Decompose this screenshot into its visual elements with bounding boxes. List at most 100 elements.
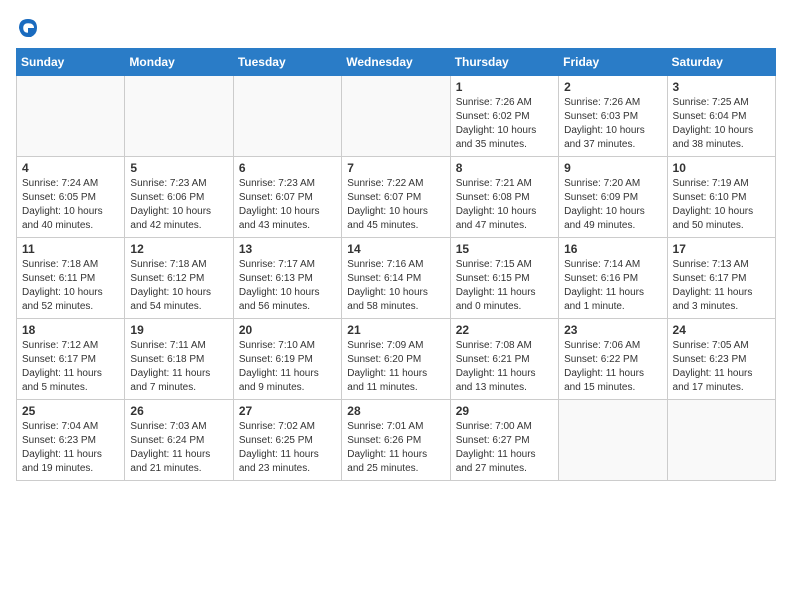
cell-content: Sunrise: 7:02 AM Sunset: 6:25 PM Dayligh…	[239, 420, 336, 476]
calendar-cell: 29 Sunrise: 7:00 AM Sunset: 6:27 PM Dayli…	[450, 400, 558, 481]
calendar-cell: 13 Sunrise: 7:17 AM Sunset: 6:13 PM Dayli…	[233, 238, 341, 319]
day-number: 4	[22, 161, 119, 175]
cell-content: Sunrise: 7:13 AM Sunset: 6:17 PM Dayligh…	[673, 258, 770, 314]
calendar-cell: 28 Sunrise: 7:01 AM Sunset: 6:26 PM Dayli…	[342, 400, 450, 481]
calendar-cell: 10Sunrise: 7:19 AM Sunset: 6:10 PM Dayli…	[667, 157, 775, 238]
calendar-cell	[667, 400, 775, 481]
day-number: 14	[347, 242, 444, 256]
header-friday: Friday	[559, 49, 667, 76]
day-number: 19	[130, 323, 227, 337]
day-number: 20	[239, 323, 336, 337]
calendar-week-2: 4 Sunrise: 7:24 AM Sunset: 6:05 PM Daylig…	[17, 157, 776, 238]
header-wednesday: Wednesday	[342, 49, 450, 76]
calendar-cell: 19 Sunrise: 7:11 AM Sunset: 6:18 PM Dayli…	[125, 319, 233, 400]
calendar-week-5: 25 Sunrise: 7:04 AM Sunset: 6:23 PM Dayli…	[17, 400, 776, 481]
calendar-cell	[233, 76, 341, 157]
cell-content: Sunrise: 7:26 AM Sunset: 6:03 PM Dayligh…	[564, 96, 661, 152]
cell-content: Sunrise: 7:01 AM Sunset: 6:26 PM Dayligh…	[347, 420, 444, 476]
cell-content: Sunrise: 7:12 AM Sunset: 6:17 PM Dayligh…	[22, 339, 119, 395]
cell-content: Sunrise: 7:16 AM Sunset: 6:14 PM Dayligh…	[347, 258, 444, 314]
day-number: 24	[673, 323, 770, 337]
cell-content: Sunrise: 7:17 AM Sunset: 6:13 PM Dayligh…	[239, 258, 336, 314]
calendar-week-4: 18 Sunrise: 7:12 AM Sunset: 6:17 PM Dayli…	[17, 319, 776, 400]
calendar-cell: 7 Sunrise: 7:22 AM Sunset: 6:07 PM Daylig…	[342, 157, 450, 238]
cell-content: Sunrise: 7:24 AM Sunset: 6:05 PM Dayligh…	[22, 177, 119, 233]
day-number: 6	[239, 161, 336, 175]
calendar-cell: 4 Sunrise: 7:24 AM Sunset: 6:05 PM Daylig…	[17, 157, 125, 238]
cell-content: Sunrise: 7:14 AM Sunset: 6:16 PM Dayligh…	[564, 258, 661, 314]
calendar-cell	[342, 76, 450, 157]
header-tuesday: Tuesday	[233, 49, 341, 76]
day-number: 21	[347, 323, 444, 337]
day-number: 18	[22, 323, 119, 337]
calendar-cell: 21 Sunrise: 7:09 AM Sunset: 6:20 PM Dayli…	[342, 319, 450, 400]
calendar-cell: 2 Sunrise: 7:26 AM Sunset: 6:03 PM Daylig…	[559, 76, 667, 157]
calendar-cell: 1 Sunrise: 7:26 AM Sunset: 6:02 PM Daylig…	[450, 76, 558, 157]
day-number: 17	[673, 242, 770, 256]
day-number: 15	[456, 242, 553, 256]
cell-content: Sunrise: 7:11 AM Sunset: 6:18 PM Dayligh…	[130, 339, 227, 395]
calendar-cell: 23 Sunrise: 7:06 AM Sunset: 6:22 PM Dayli…	[559, 319, 667, 400]
cell-content: Sunrise: 7:06 AM Sunset: 6:22 PM Dayligh…	[564, 339, 661, 395]
day-number: 8	[456, 161, 553, 175]
calendar-cell: 22 Sunrise: 7:08 AM Sunset: 6:21 PM Dayli…	[450, 319, 558, 400]
cell-content: Sunrise: 7:08 AM Sunset: 6:21 PM Dayligh…	[456, 339, 553, 395]
day-number: 7	[347, 161, 444, 175]
day-number: 12	[130, 242, 227, 256]
calendar-cell: 25 Sunrise: 7:04 AM Sunset: 6:23 PM Dayli…	[17, 400, 125, 481]
calendar-cell: 20 Sunrise: 7:10 AM Sunset: 6:19 PM Dayli…	[233, 319, 341, 400]
cell-content: Sunrise: 7:18 AM Sunset: 6:11 PM Dayligh…	[22, 258, 119, 314]
day-number: 25	[22, 404, 119, 418]
cell-content: Sunrise: 7:22 AM Sunset: 6:07 PM Dayligh…	[347, 177, 444, 233]
cell-content: Sunrise: 7:15 AM Sunset: 6:15 PM Dayligh…	[456, 258, 553, 314]
cell-content: Sunrise: 7:25 AM Sunset: 6:04 PM Dayligh…	[673, 96, 770, 152]
day-number: 11	[22, 242, 119, 256]
calendar-cell: 24 Sunrise: 7:05 AM Sunset: 6:23 PM Dayli…	[667, 319, 775, 400]
calendar-cell: 26 Sunrise: 7:03 AM Sunset: 6:24 PM Dayli…	[125, 400, 233, 481]
day-number: 28	[347, 404, 444, 418]
header-monday: Monday	[125, 49, 233, 76]
cell-content: Sunrise: 7:20 AM Sunset: 6:09 PM Dayligh…	[564, 177, 661, 233]
header-saturday: Saturday	[667, 49, 775, 76]
logo-icon	[16, 16, 40, 40]
day-number: 29	[456, 404, 553, 418]
day-number: 16	[564, 242, 661, 256]
calendar-week-1: 1 Sunrise: 7:26 AM Sunset: 6:02 PM Daylig…	[17, 76, 776, 157]
calendar-cell: 18 Sunrise: 7:12 AM Sunset: 6:17 PM Dayli…	[17, 319, 125, 400]
cell-content: Sunrise: 7:04 AM Sunset: 6:23 PM Dayligh…	[22, 420, 119, 476]
header-thursday: Thursday	[450, 49, 558, 76]
day-number: 13	[239, 242, 336, 256]
cell-content: Sunrise: 7:05 AM Sunset: 6:23 PM Dayligh…	[673, 339, 770, 395]
cell-content: Sunrise: 7:26 AM Sunset: 6:02 PM Dayligh…	[456, 96, 553, 152]
calendar-cell	[17, 76, 125, 157]
cell-content: Sunrise: 7:03 AM Sunset: 6:24 PM Dayligh…	[130, 420, 227, 476]
calendar-cell: 12 Sunrise: 7:18 AM Sunset: 6:12 PM Dayli…	[125, 238, 233, 319]
day-number: 3	[673, 80, 770, 94]
cell-content: Sunrise: 7:10 AM Sunset: 6:19 PM Dayligh…	[239, 339, 336, 395]
calendar-cell: 16 Sunrise: 7:14 AM Sunset: 6:16 PM Dayli…	[559, 238, 667, 319]
cell-content: Sunrise: 7:19 AM Sunset: 6:10 PM Dayligh…	[673, 177, 770, 233]
logo	[16, 16, 44, 40]
calendar-cell: 9Sunrise: 7:20 AM Sunset: 6:09 PM Daylig…	[559, 157, 667, 238]
calendar-cell	[125, 76, 233, 157]
cell-content: Sunrise: 7:23 AM Sunset: 6:06 PM Dayligh…	[130, 177, 227, 233]
day-number: 1	[456, 80, 553, 94]
day-number: 23	[564, 323, 661, 337]
calendar-cell: 5Sunrise: 7:23 AM Sunset: 6:06 PM Daylig…	[125, 157, 233, 238]
cell-content: Sunrise: 7:00 AM Sunset: 6:27 PM Dayligh…	[456, 420, 553, 476]
calendar-cell: 15 Sunrise: 7:15 AM Sunset: 6:15 PM Dayli…	[450, 238, 558, 319]
calendar-week-3: 11 Sunrise: 7:18 AM Sunset: 6:11 PM Dayli…	[17, 238, 776, 319]
day-number: 2	[564, 80, 661, 94]
calendar-cell: 3 Sunrise: 7:25 AM Sunset: 6:04 PM Daylig…	[667, 76, 775, 157]
cell-content: Sunrise: 7:18 AM Sunset: 6:12 PM Dayligh…	[130, 258, 227, 314]
calendar-cell: 27Sunrise: 7:02 AM Sunset: 6:25 PM Dayli…	[233, 400, 341, 481]
calendar-header-row: SundayMondayTuesdayWednesdayThursdayFrid…	[17, 49, 776, 76]
header-sunday: Sunday	[17, 49, 125, 76]
cell-content: Sunrise: 7:09 AM Sunset: 6:20 PM Dayligh…	[347, 339, 444, 395]
day-number: 26	[130, 404, 227, 418]
day-number: 22	[456, 323, 553, 337]
calendar-table: SundayMondayTuesdayWednesdayThursdayFrid…	[16, 48, 776, 481]
calendar-cell: 17 Sunrise: 7:13 AM Sunset: 6:17 PM Dayli…	[667, 238, 775, 319]
calendar-cell	[559, 400, 667, 481]
calendar-cell: 11 Sunrise: 7:18 AM Sunset: 6:11 PM Dayli…	[17, 238, 125, 319]
